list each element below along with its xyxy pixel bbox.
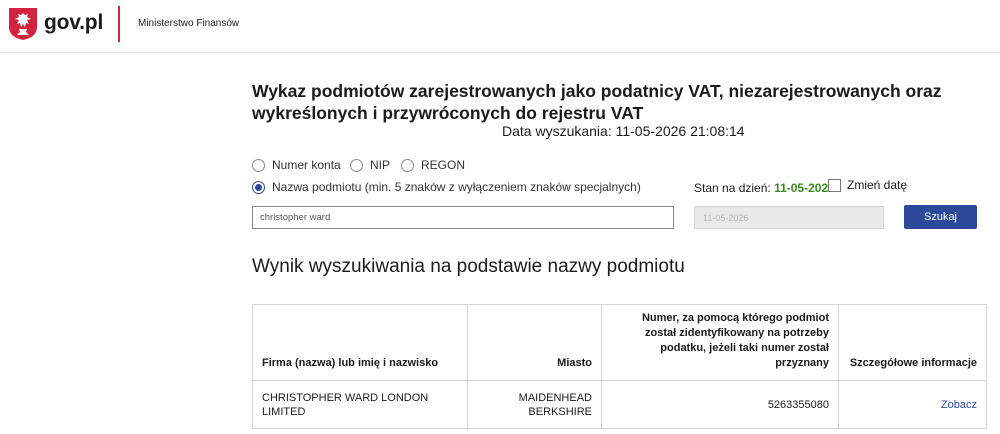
date-input-disabled xyxy=(694,206,884,229)
top-bar: gov.pl Ministerstwo Finansów xyxy=(0,0,1000,53)
column-header-city: Miasto xyxy=(467,304,602,381)
radio-label-account-number: Numer konta xyxy=(272,158,341,172)
header-divider xyxy=(118,6,120,42)
entity-name-search-input[interactable] xyxy=(252,206,674,229)
change-date-checkbox[interactable] xyxy=(828,178,841,192)
radio-nip[interactable]: NIP xyxy=(350,158,390,172)
change-date-toggle[interactable]: Zmień datę xyxy=(828,178,907,192)
radio-circle-account-number[interactable] xyxy=(252,158,265,172)
radio-label-nip: NIP xyxy=(370,158,391,172)
polish-eagle-emblem-icon[interactable] xyxy=(8,7,38,41)
radio-account-number[interactable]: Numer konta xyxy=(252,158,341,172)
cell-details: Zobacz xyxy=(838,380,987,429)
radio-entity-name[interactable]: Nazwa podmiotu (min. 5 znaków z wyłączen… xyxy=(252,180,641,194)
search-button[interactable]: Szukaj xyxy=(904,205,977,229)
column-header-tax-number: Numer, za pomocą którego podmiot został … xyxy=(601,304,839,381)
cell-city: MAIDENHEAD BERKSHIRE xyxy=(467,380,602,429)
cell-tax-number: 5263355080 xyxy=(601,380,839,429)
status-date-label: Stan na dzień: xyxy=(694,181,771,195)
radio-label-regon: REGON xyxy=(421,158,466,172)
column-header-name: Firma (nazwa) lub imię i nazwisko xyxy=(252,304,468,381)
column-header-details: Szczegółowe informacje xyxy=(838,304,987,381)
ministry-name[interactable]: Ministerstwo Finansów xyxy=(138,18,239,29)
results-table: Firma (nazwa) lub imię i nazwisko Miasto… xyxy=(252,304,987,429)
table-row: CHRISTOPHER WARD LONDON LIMITED MAIDENHE… xyxy=(252,380,987,429)
radio-circle-entity-name[interactable] xyxy=(252,180,265,194)
radio-label-entity-name: Nazwa podmiotu (min. 5 znaków z wyłączen… xyxy=(272,180,641,194)
gov-pl-logo-link[interactable]: gov.pl xyxy=(44,11,103,35)
results-header-row: Firma (nazwa) lub imię i nazwisko Miasto… xyxy=(252,304,987,381)
change-date-label: Zmień datę xyxy=(847,178,908,192)
radio-regon[interactable]: REGON xyxy=(401,158,465,172)
details-link[interactable]: Zobacz xyxy=(941,399,977,411)
results-heading: Wynik wyszukiwania na podstawie nazwy po… xyxy=(252,256,685,277)
radio-circle-regon[interactable] xyxy=(401,158,414,172)
radio-circle-nip[interactable] xyxy=(350,158,363,172)
status-date-value: 11-05-2026 xyxy=(774,181,835,195)
page-title: Wykaz podmiotów zarejestrowanych jako po… xyxy=(252,81,942,123)
search-timestamp: Data wyszukania: 11-05-2026 21:08:14 xyxy=(502,123,745,139)
cell-entity-name: CHRISTOPHER WARD LONDON LIMITED xyxy=(252,380,468,429)
status-date-row: Stan na dzień: 11-05-2026 xyxy=(694,181,835,195)
